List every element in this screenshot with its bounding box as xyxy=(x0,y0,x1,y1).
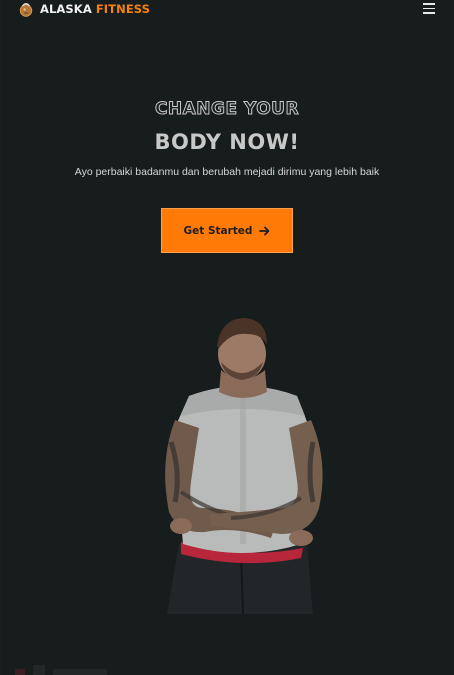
hero-subtitle: Ayo perbaiki badanmu dan berubah mejadi … xyxy=(74,166,380,178)
kettlebell-logo-icon xyxy=(19,2,33,17)
hamburger-menu-icon[interactable] xyxy=(423,3,435,14)
brand-name-primary: ALASKA xyxy=(40,2,92,16)
brand-name: ALASKA FITNESS xyxy=(40,2,150,16)
navbar: ALASKA FITNESS xyxy=(1,0,453,22)
arrow-right-icon xyxy=(259,226,270,235)
page: ALASKA FITNESS CHANGE YOUR BODY NOW! Ayo … xyxy=(1,0,453,675)
next-section-hint xyxy=(15,665,107,675)
hero-eyebrow: CHANGE YOUR xyxy=(154,99,300,120)
get-started-button[interactable]: Get Started xyxy=(161,208,293,253)
brand-name-accent: FITNESS xyxy=(95,2,151,16)
get-started-label: Get Started xyxy=(183,224,253,237)
brand[interactable]: ALASKA FITNESS xyxy=(18,1,150,17)
hero-headline: BODY NOW! xyxy=(154,130,300,154)
hero-athlete-image xyxy=(165,318,323,614)
